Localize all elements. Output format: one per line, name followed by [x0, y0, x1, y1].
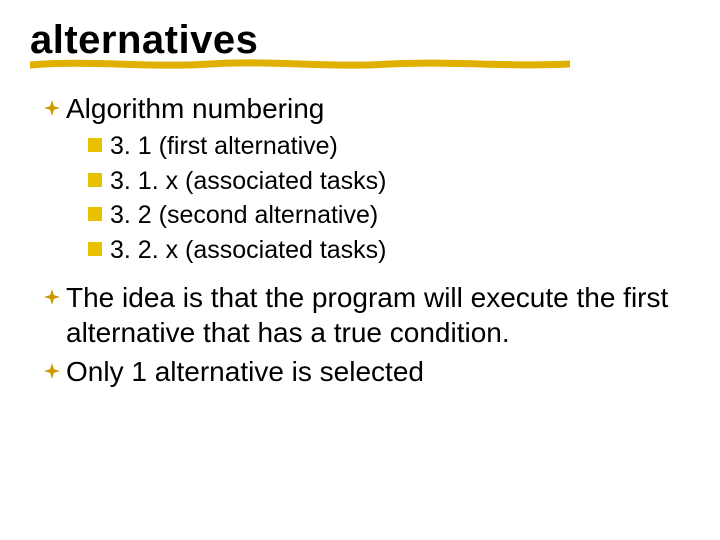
star-icon	[44, 363, 60, 379]
bullet-lvl1: The idea is that the program will execut…	[44, 280, 690, 350]
bullet-text: Only 1 alternative is selected	[66, 354, 424, 389]
bullet-lvl1: Algorithm numbering	[44, 91, 690, 126]
slide: alternatives Algorithm numbering 3. 1 (f…	[0, 0, 720, 540]
sub-text: 3. 1. x (associated tasks)	[110, 165, 387, 198]
bullet-lvl2: 3. 2 (second alternative)	[88, 199, 690, 232]
square-icon	[88, 242, 102, 256]
star-icon	[44, 289, 60, 305]
bullet-lvl1: Only 1 alternative is selected	[44, 354, 690, 389]
sub-text: 3. 2 (second alternative)	[110, 199, 378, 232]
square-icon	[88, 173, 102, 187]
lower-block: The idea is that the program will execut…	[44, 280, 690, 389]
bullet-lvl2: 3. 1. x (associated tasks)	[88, 165, 690, 198]
square-icon	[88, 138, 102, 152]
sub-text: 3. 2. x (associated tasks)	[110, 234, 387, 267]
bullet-lvl2: 3. 2. x (associated tasks)	[88, 234, 690, 267]
bullet-text: The idea is that the program will execut…	[66, 280, 690, 350]
title-wrap: alternatives	[30, 18, 258, 63]
square-icon	[88, 207, 102, 221]
star-icon	[44, 100, 60, 116]
content: Algorithm numbering 3. 1 (first alternat…	[30, 91, 690, 389]
bullet-text: Algorithm numbering	[66, 91, 324, 126]
bullet-lvl2: 3. 1 (first alternative)	[88, 130, 690, 163]
sub-list: 3. 1 (first alternative) 3. 1. x (associ…	[88, 130, 690, 266]
slide-title: alternatives	[30, 18, 258, 63]
sub-text: 3. 1 (first alternative)	[110, 130, 338, 163]
